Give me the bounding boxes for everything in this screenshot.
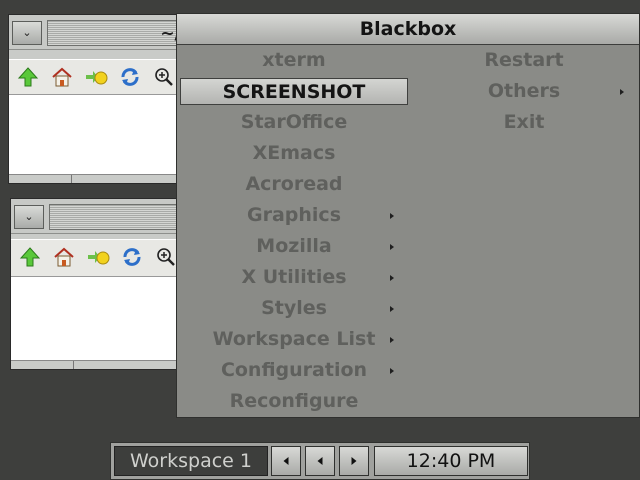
menu-item-xemacs[interactable]: XEmacs: [179, 138, 409, 169]
submenu-arrow-icon: [390, 306, 394, 312]
menu-item-styles[interactable]: Styles: [179, 293, 409, 324]
refresh-icon[interactable]: [117, 64, 143, 90]
refresh-icon[interactable]: [119, 244, 145, 270]
menu-item-reconfigure[interactable]: Reconfigure: [179, 386, 409, 417]
menu-item-graphics[interactable]: Graphics: [179, 200, 409, 231]
menu-title: Blackbox: [177, 14, 639, 45]
submenu-arrow-icon: [390, 213, 394, 219]
arrow-left-icon: [283, 457, 289, 465]
up-arrow-icon[interactable]: [15, 64, 41, 90]
submenu-arrow-icon: [390, 275, 394, 281]
chevron-down-icon: ⌄: [24, 210, 34, 223]
menu-item-mozilla[interactable]: Mozilla: [179, 231, 409, 262]
submenu-arrow-icon: [390, 368, 394, 374]
submenu-arrow-icon: [620, 89, 624, 95]
submenu-arrow-icon: [390, 244, 394, 250]
menu-item-staroffice[interactable]: StarOffice: [179, 107, 409, 138]
chevron-down-icon: ⌄: [22, 26, 32, 39]
prev-window-button[interactable]: [305, 446, 335, 476]
menu-item-workspace-list[interactable]: Workspace List: [179, 324, 409, 355]
arrow-left-icon: [317, 457, 323, 465]
blackbox-toolbar: Workspace 1 12:40 PM: [110, 442, 530, 480]
menu-item-others[interactable]: Others: [409, 76, 639, 107]
menu-item-xterm[interactable]: xterm: [179, 45, 409, 76]
up-arrow-icon[interactable]: [17, 244, 43, 270]
menu-item-restart[interactable]: Restart: [409, 45, 639, 76]
menu-item-x-utilities[interactable]: X Utilities: [179, 262, 409, 293]
menu-item-configuration[interactable]: Configuration: [179, 355, 409, 386]
go-bookmark-icon[interactable]: [83, 64, 109, 90]
go-bookmark-icon[interactable]: [85, 244, 111, 270]
menu-item-exit[interactable]: Exit: [409, 107, 639, 138]
prev-workspace-button[interactable]: [271, 446, 301, 476]
next-window-button[interactable]: [339, 446, 369, 476]
home-icon[interactable]: [51, 244, 77, 270]
window-menu-button[interactable]: ⌄: [14, 205, 44, 229]
clock: 12:40 PM: [374, 446, 528, 476]
submenu-arrow-icon: [390, 337, 394, 343]
menu-item-screenshot[interactable]: SCREENSHOT: [180, 78, 408, 105]
menu-item-acroread[interactable]: Acroread: [179, 169, 409, 200]
window-menu-button[interactable]: ⌄: [12, 21, 42, 45]
blackbox-root-menu[interactable]: Blackbox xterm SCREENSHOT StarOffice XEm…: [176, 13, 640, 418]
home-icon[interactable]: [49, 64, 75, 90]
zoom-in-icon[interactable]: [151, 64, 177, 90]
arrow-right-icon: [351, 457, 357, 465]
workspace-label[interactable]: Workspace 1: [114, 446, 268, 476]
